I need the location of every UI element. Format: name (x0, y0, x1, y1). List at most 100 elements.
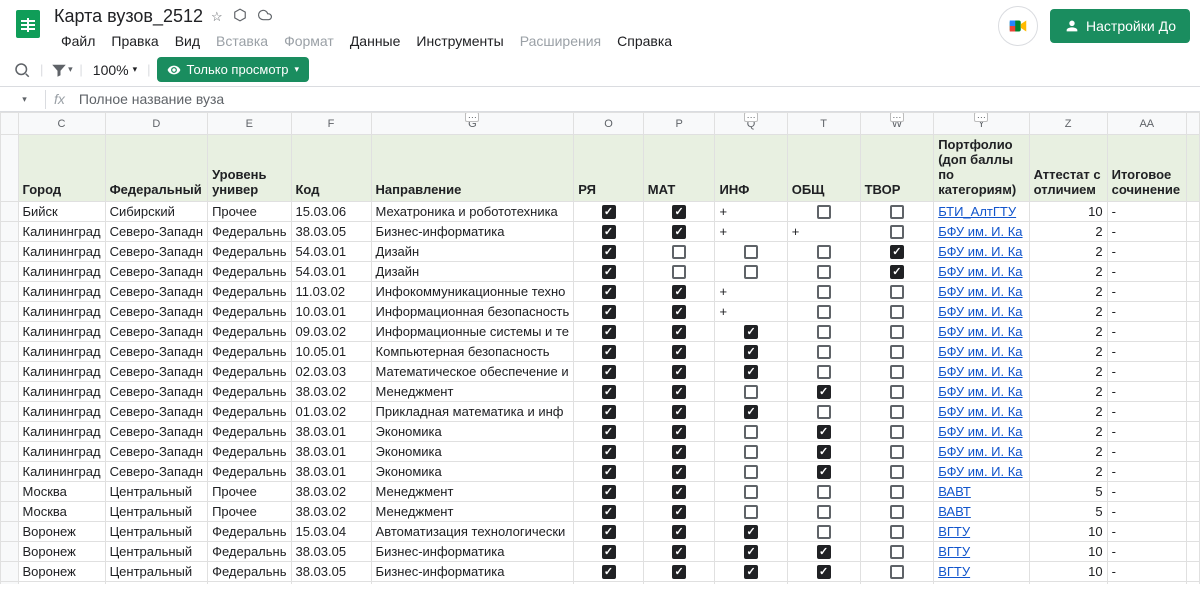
cell[interactable]: БФУ им. И. Ка (934, 442, 1029, 462)
cell[interactable]: + (715, 202, 787, 222)
checkbox[interactable] (602, 325, 616, 339)
header-cell[interactable]: МАТ (643, 135, 715, 202)
cell[interactable]: Компьютерная безопасность (371, 342, 574, 362)
cell[interactable]: Северо-Западн (105, 342, 208, 362)
checkbox[interactable] (744, 365, 758, 379)
cell[interactable]: 10 (1029, 542, 1107, 562)
cell[interactable]: Калининград (18, 322, 105, 342)
cell[interactable]: ВГТУ (934, 582, 1029, 585)
portfolio-link[interactable]: БФУ им. И. Ка (938, 444, 1022, 459)
cell[interactable]: 54.03.01 (291, 262, 371, 282)
cell[interactable] (715, 562, 787, 582)
checkbox[interactable] (890, 305, 904, 319)
cell[interactable] (715, 322, 787, 342)
checkbox[interactable] (672, 205, 686, 219)
cell[interactable] (787, 302, 860, 322)
checkbox[interactable] (602, 225, 616, 239)
cell[interactable] (574, 362, 644, 382)
cell[interactable] (643, 462, 715, 482)
cell[interactable]: 38.03.01 (291, 462, 371, 482)
checkbox[interactable] (744, 505, 758, 519)
cell[interactable]: 54.03.01 (291, 242, 371, 262)
cell[interactable] (643, 242, 715, 262)
menu-вставка[interactable]: Вставка (209, 29, 275, 53)
cell[interactable] (787, 282, 860, 302)
col-header[interactable]: Q⋯ (715, 113, 787, 135)
cell[interactable] (574, 482, 644, 502)
cell[interactable] (643, 222, 715, 242)
cell[interactable]: ВАВТ (934, 482, 1029, 502)
cell[interactable] (574, 502, 644, 522)
col-header[interactable]: T (787, 113, 860, 135)
cell[interactable] (643, 582, 715, 585)
checkbox[interactable] (744, 325, 758, 339)
cell[interactable]: Калининград (18, 242, 105, 262)
cell[interactable] (574, 582, 644, 585)
cell[interactable]: + (787, 222, 860, 242)
cell[interactable] (1187, 562, 1200, 582)
cell[interactable]: 38.03.05 (291, 562, 371, 582)
cell[interactable] (643, 542, 715, 562)
cell[interactable]: 38.03.01 (291, 442, 371, 462)
cell[interactable] (643, 362, 715, 382)
cell[interactable]: БФУ им. И. Ка (934, 362, 1029, 382)
checkbox[interactable] (817, 565, 831, 579)
cell[interactable] (787, 422, 860, 442)
cell[interactable]: Сибирский (105, 202, 208, 222)
checkbox[interactable] (817, 245, 831, 259)
cell[interactable]: БФУ им. И. Ка (934, 322, 1029, 342)
cell[interactable] (715, 422, 787, 442)
portfolio-link[interactable]: БФУ им. И. Ка (938, 284, 1022, 299)
checkbox[interactable] (672, 245, 686, 259)
cell[interactable]: 10.03.01 (291, 302, 371, 322)
cell[interactable] (860, 322, 934, 342)
checkbox[interactable] (890, 445, 904, 459)
checkbox[interactable] (817, 365, 831, 379)
portfolio-link[interactable]: БФУ им. И. Ка (938, 224, 1022, 239)
header-cell[interactable]: Портфолио (доп баллы по категориям) (934, 135, 1029, 202)
cell[interactable]: Северо-Западн (105, 402, 208, 422)
cell[interactable]: Северо-Западн (105, 262, 208, 282)
checkbox[interactable] (817, 425, 831, 439)
header-cell[interactable]: Федеральный (105, 135, 208, 202)
cell[interactable] (1187, 482, 1200, 502)
checkbox[interactable] (744, 385, 758, 399)
cell[interactable] (787, 262, 860, 282)
checkbox[interactable] (602, 445, 616, 459)
cell[interactable] (1187, 362, 1200, 382)
cell[interactable]: - (1107, 482, 1186, 502)
cell[interactable] (860, 442, 934, 462)
cell[interactable]: Федеральнь (208, 282, 291, 302)
cell[interactable] (860, 262, 934, 282)
cell[interactable]: 2 (1029, 262, 1107, 282)
cell[interactable] (643, 422, 715, 442)
cell[interactable] (787, 482, 860, 502)
col-header[interactable]: O (574, 113, 644, 135)
checkbox[interactable] (817, 305, 831, 319)
cell[interactable] (574, 202, 644, 222)
cell[interactable]: 2 (1029, 442, 1107, 462)
cell[interactable] (787, 362, 860, 382)
cell[interactable]: Федеральнь (208, 382, 291, 402)
checkbox[interactable] (744, 245, 758, 259)
cell[interactable]: Москва (18, 502, 105, 522)
checkbox[interactable] (602, 565, 616, 579)
cell[interactable]: - (1107, 522, 1186, 542)
cell[interactable]: Федеральнь (208, 522, 291, 542)
cell[interactable]: БФУ им. И. Ка (934, 402, 1029, 422)
cell[interactable]: Дизайн (371, 242, 574, 262)
checkbox[interactable] (672, 525, 686, 539)
checkbox[interactable] (672, 445, 686, 459)
cell[interactable]: 38.03.02 (291, 482, 371, 502)
col-header[interactable]: AA (1107, 113, 1186, 135)
portfolio-link[interactable]: ВГТУ (938, 544, 970, 559)
cloud-icon[interactable] (257, 8, 273, 25)
checkbox[interactable] (602, 305, 616, 319)
checkbox[interactable] (817, 485, 831, 499)
cell[interactable]: - (1107, 302, 1186, 322)
header-cell[interactable]: Город (18, 135, 105, 202)
cell[interactable]: Калининград (18, 302, 105, 322)
cell[interactable]: 01.03.02 (291, 402, 371, 422)
cell[interactable] (574, 262, 644, 282)
cell[interactable]: Калининград (18, 462, 105, 482)
